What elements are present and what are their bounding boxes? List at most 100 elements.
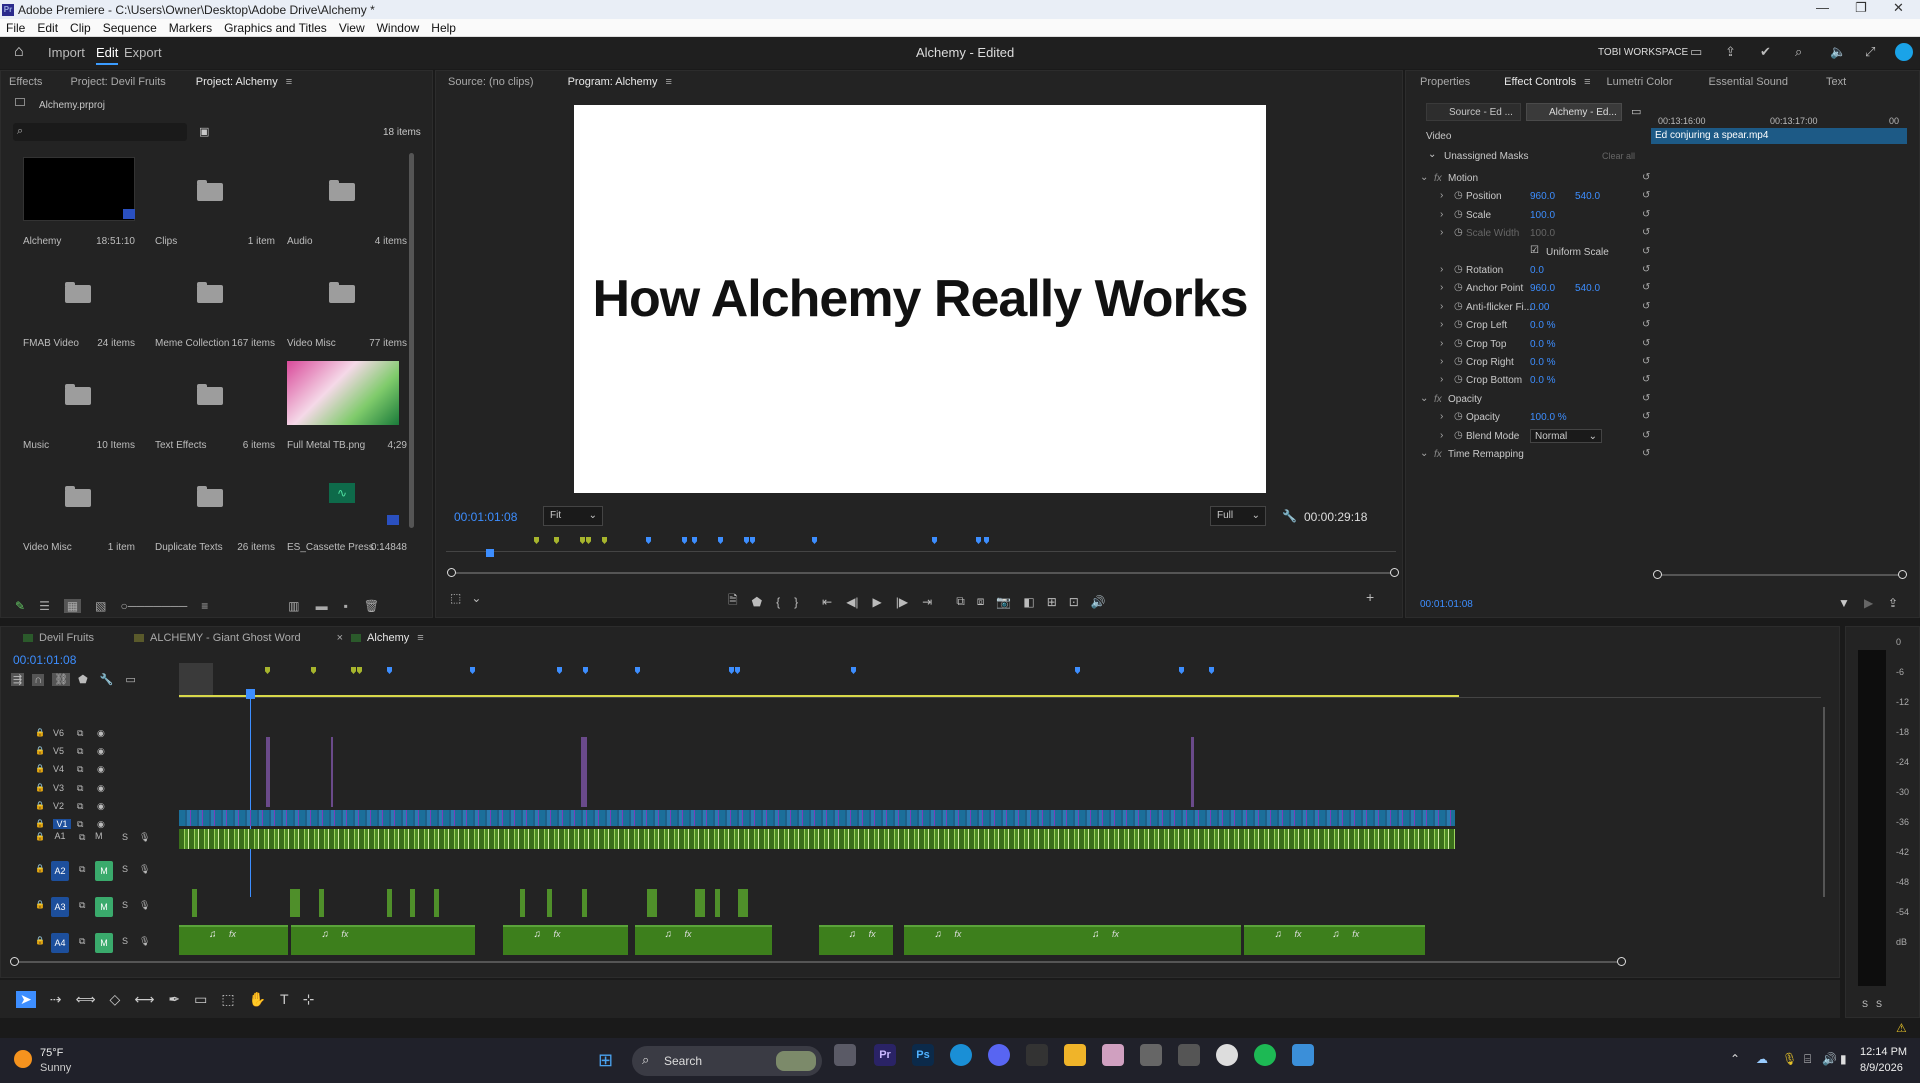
edge-icon[interactable] <box>950 1044 972 1066</box>
fit-select[interactable]: Fit ⌄ <box>543 506 603 526</box>
step-forward-icon[interactable]: |▶ <box>896 595 908 609</box>
lock-icon[interactable]: 🔒 <box>35 819 45 828</box>
playhead-timecode[interactable]: 00:01:01:08 <box>454 510 517 524</box>
avatar[interactable] <box>1895 43 1913 61</box>
timeline-marker[interactable] <box>311 667 316 674</box>
reset-icon[interactable]: ↺ <box>1642 448 1650 459</box>
effect-row[interactable]: › ◷ Blend Mode Normal ⌄ ↺ <box>1420 428 1658 444</box>
sync-lock-icon[interactable]: ⧉ <box>79 864 85 875</box>
effect-row[interactable]: › ◷ Opacity 100.0 % ↺ <box>1420 410 1658 425</box>
chevron-right-icon[interactable]: › <box>1440 338 1443 349</box>
tab-source[interactable]: Source: (no clips) <box>448 76 534 88</box>
property-value-2[interactable]: 540.0 <box>1575 191 1600 202</box>
tab-alchemy-project[interactable]: Project: Alchemy <box>196 76 278 88</box>
solo-button[interactable]: S <box>122 936 128 946</box>
property-value[interactable]: 0.0 % <box>1530 320 1556 331</box>
property-value[interactable]: 0.0 <box>1530 265 1544 276</box>
sync-lock-icon[interactable]: ⧉ <box>77 801 83 812</box>
audio-track-header[interactable]: 🔒 A2 ⧉ M S 🎙 <box>1 861 150 881</box>
timeline-marker[interactable] <box>357 667 362 674</box>
v-track-clip[interactable] <box>581 737 587 807</box>
property-value[interactable]: 100.0 <box>1530 210 1555 221</box>
checkbox[interactable]: ☑ <box>1530 245 1539 256</box>
stopwatch-icon[interactable]: ◷ <box>1454 374 1463 385</box>
battery-icon[interactable]: ▮ <box>1840 1052 1847 1066</box>
chevron-down-icon[interactable]: ⌄ <box>471 591 481 605</box>
property-value-2[interactable]: 540.0 <box>1575 283 1600 294</box>
weather-text[interactable]: Sunny <box>40 1062 71 1074</box>
track-name[interactable]: A3 <box>51 897 69 917</box>
slip-icon[interactable]: ⟷ <box>134 991 154 1008</box>
a4-clip[interactable]: ♫ fx <box>1061 925 1242 955</box>
fx-icon[interactable]: fx <box>1434 394 1442 405</box>
zoom-handle-right[interactable] <box>1390 568 1399 577</box>
ec-zoom-bar[interactable] <box>1653 570 1907 579</box>
compare-icon[interactable]: ◧ <box>1023 595 1034 609</box>
nav-export[interactable]: Export <box>124 45 162 60</box>
timeline-hscroll[interactable] <box>10 957 1626 966</box>
timeline-marker[interactable] <box>635 667 640 674</box>
search-input[interactable]: ⌕ <box>13 123 187 141</box>
new-item-icon[interactable]: ▪ <box>344 599 348 613</box>
audio-track-header[interactable]: 🔒 A1 ⧉ M S 🎙 <box>1 829 150 843</box>
trash-icon[interactable]: 🗑 <box>364 599 379 613</box>
volume-icon[interactable]: 🔊 <box>1822 1052 1837 1066</box>
chevron-right-icon[interactable]: › <box>1440 301 1443 312</box>
a3-clip[interactable] <box>433 889 439 917</box>
sync-lock-icon[interactable]: ⧉ <box>79 936 85 947</box>
icon-view-icon[interactable]: ▦ <box>63 599 82 613</box>
timeline-timecode[interactable]: 00:01:01:08 <box>13 653 76 667</box>
menu-view[interactable]: View <box>333 19 371 37</box>
scroll-handle-left[interactable] <box>10 957 19 966</box>
track-name[interactable]: V4 <box>53 764 71 774</box>
sync-lock-icon[interactable]: ⧉ <box>77 728 83 739</box>
chevron-right-icon[interactable]: › <box>1440 227 1443 238</box>
timeline-marker[interactable] <box>976 537 981 544</box>
timeline-marker[interactable] <box>735 667 740 674</box>
minimize-icon[interactable]: — <box>1816 0 1829 15</box>
timeline-marker[interactable] <box>554 537 559 544</box>
timeline-marker[interactable] <box>265 667 270 674</box>
scroll-handle-right[interactable] <box>1617 957 1626 966</box>
lock-icon[interactable]: 🔒 <box>35 783 45 792</box>
eye-icon[interactable]: ◉ <box>97 801 105 812</box>
stopwatch-icon[interactable]: ◷ <box>1454 338 1463 349</box>
reset-icon[interactable]: ↺ <box>1642 356 1650 367</box>
fx-icon[interactable]: fx <box>1434 449 1442 460</box>
menu-icon[interactable]: ≡ <box>286 76 292 88</box>
tab-effects[interactable]: Effects <box>9 76 42 88</box>
stopwatch-icon[interactable]: ◷ <box>1454 264 1463 275</box>
export-frame-icon[interactable]: 🗎 <box>728 591 738 612</box>
audio-track-header[interactable]: 🔒 A3 ⧉ M S 🎙 <box>1 897 150 917</box>
crop-icon[interactable]: ⬚ <box>221 991 234 1008</box>
timeline-marker[interactable] <box>692 537 697 544</box>
track-name[interactable]: V2 <box>53 801 71 811</box>
tab-properties[interactable]: Properties <box>1420 76 1470 88</box>
new-bin-icon[interactable]: ▣ <box>199 125 209 138</box>
reset-icon[interactable]: ↺ <box>1642 190 1650 201</box>
audio-track-header[interactable]: 🔒 A4 ⧉ M S 🎙 <box>1 933 150 953</box>
chevron-right-icon[interactable]: › <box>1440 319 1443 330</box>
lock-icon[interactable]: 🔒 <box>35 900 45 909</box>
monitor-zoom-bar[interactable] <box>447 568 1399 577</box>
track-name[interactable]: A1 <box>51 829 69 843</box>
task-view-icon[interactable] <box>834 1044 856 1066</box>
reset-icon[interactable]: ↺ <box>1642 227 1650 238</box>
sync-lock-icon[interactable]: ⧉ <box>77 783 83 794</box>
a3-clip[interactable] <box>519 889 525 917</box>
lock-icon[interactable]: 🔒 <box>35 801 45 810</box>
nest-icon[interactable]: ⇶ <box>11 673 25 686</box>
timeline-marker[interactable] <box>682 537 687 544</box>
property-value[interactable]: 0.00 <box>1530 302 1549 313</box>
a3-clip[interactable] <box>410 889 416 917</box>
a4-clip[interactable]: ♫ fx <box>503 925 629 955</box>
nav-import[interactable]: Import <box>48 45 85 60</box>
clear-all-button[interactable]: Clear all <box>1602 151 1635 161</box>
a4-clip[interactable]: ♫ fx <box>179 925 289 955</box>
mute-button[interactable]: M <box>95 897 113 917</box>
stopwatch-icon[interactable]: ◷ <box>1454 190 1463 201</box>
stopwatch-icon[interactable]: ◷ <box>1454 227 1463 238</box>
property-value[interactable]: 960.0 <box>1530 283 1555 294</box>
play-icon[interactable]: ▶ <box>873 595 882 609</box>
stopwatch-icon[interactable]: ◷ <box>1454 301 1463 312</box>
